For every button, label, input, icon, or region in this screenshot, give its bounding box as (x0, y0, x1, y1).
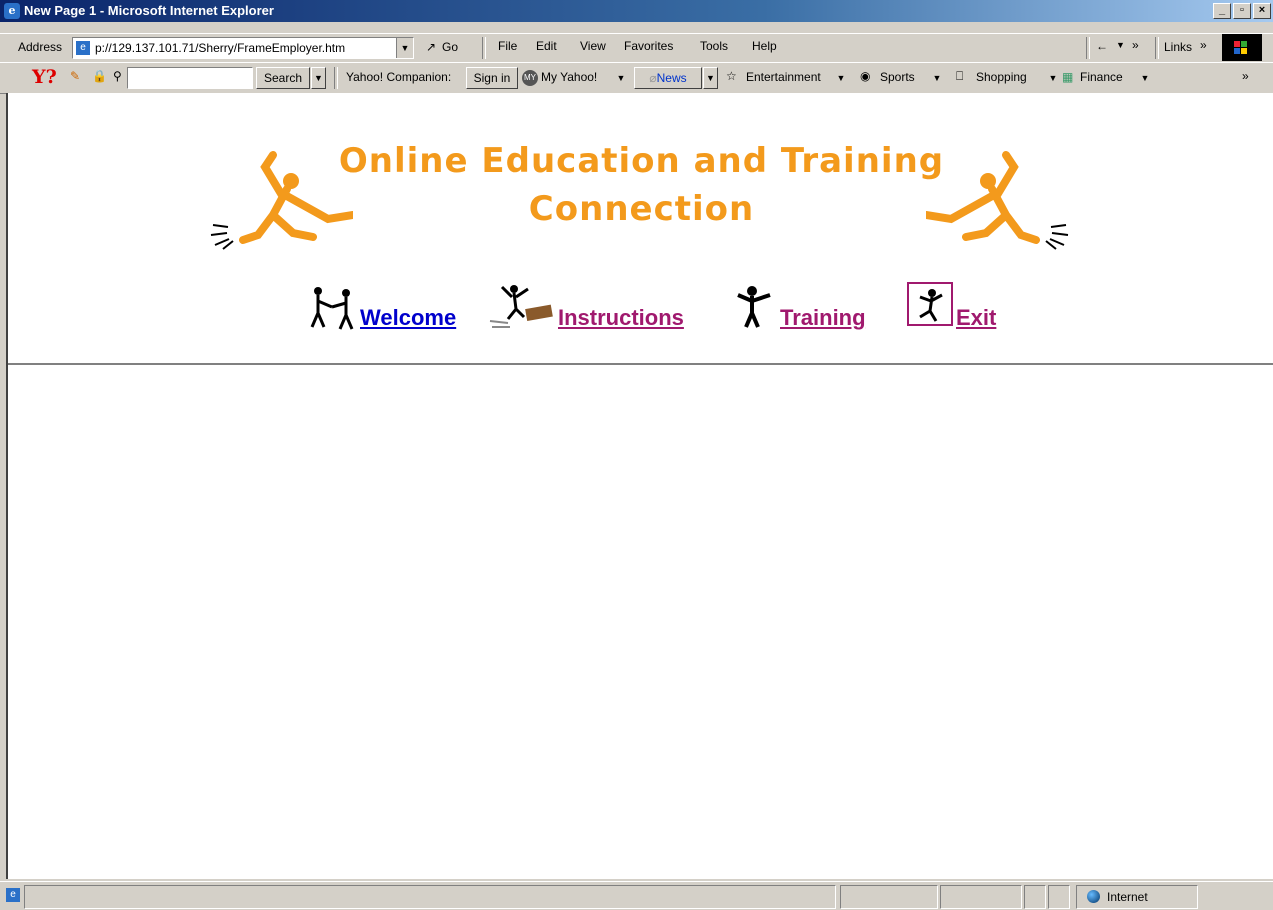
page-status-icon: e (6, 888, 20, 902)
separator (1155, 37, 1159, 59)
minimize-button[interactable]: _ (1213, 3, 1231, 19)
status-panel (1024, 885, 1046, 909)
search-button[interactable]: Search (256, 67, 310, 89)
menu-file[interactable]: File (498, 39, 517, 53)
menu-help[interactable]: Help (752, 39, 777, 53)
separator (1086, 37, 1090, 59)
sports-link[interactable]: Sports (880, 70, 915, 84)
address-label: Address (18, 40, 63, 54)
window-title: New Page 1 - Microsoft Internet Explorer (24, 3, 274, 18)
shopping-dropdown-icon[interactable]: ▼ (1046, 68, 1060, 88)
chevron-more-icon[interactable]: » (1132, 38, 1139, 52)
nav-welcome-link[interactable]: Welcome (360, 305, 456, 331)
yahoo-logo[interactable]: Y? (32, 66, 57, 88)
my-yahoo-link[interactable]: My Yahoo! (541, 70, 597, 84)
address-dropdown-icon[interactable]: ▼ (396, 38, 413, 58)
news-label: News (656, 71, 687, 85)
links-more-icon[interactable]: » (1200, 38, 1207, 52)
pencil-icon[interactable]: ✎ (70, 69, 80, 83)
my-yahoo-icon: MY (522, 70, 538, 86)
yahoo-search-input[interactable] (127, 67, 253, 89)
status-panel (840, 885, 938, 909)
separator (482, 37, 486, 59)
close-button[interactable]: × (1253, 3, 1271, 19)
nav-instructions-link[interactable]: Instructions (558, 305, 684, 331)
star-icon: ☆ (726, 69, 737, 83)
back-arrow-icon[interactable]: ← (1096, 39, 1108, 53)
browser-content: Online Education and Training Connection… (6, 93, 1273, 879)
address-bar: Address e p://129.137.101.71/Sherry/Fram… (0, 33, 1273, 63)
trainer-figure-icon (737, 286, 771, 328)
links-label[interactable]: Links (1164, 40, 1192, 54)
zone-label: Internet (1107, 890, 1148, 904)
shopping-bag-icon: ⎕ (956, 69, 964, 83)
companion-label: Yahoo! Companion: (346, 70, 452, 84)
news-dropdown-icon[interactable]: ▼ (703, 67, 718, 89)
ie-icon: e (4, 3, 20, 19)
status-panel (1048, 885, 1070, 909)
nav-exit-link[interactable]: Exit (956, 305, 996, 331)
instructions-figure-icon (489, 285, 553, 328)
my-yahoo-dropdown-icon[interactable]: ▼ (614, 68, 628, 88)
status-panel (940, 885, 1022, 909)
page-icon: e (76, 41, 90, 55)
title-bar: e New Page 1 - Microsoft Internet Explor… (0, 0, 1273, 22)
menu-edit[interactable]: Edit (536, 39, 557, 53)
search-icon[interactable]: ⚲ (113, 69, 122, 83)
entertainment-dropdown-icon[interactable]: ▼ (834, 68, 848, 88)
address-url: p://129.137.101.71/Sherry/FrameEmployer.… (95, 41, 346, 55)
globe-icon (1087, 890, 1100, 903)
menu-view[interactable]: View (580, 39, 606, 53)
search-dropdown-icon[interactable]: ▼ (311, 67, 326, 89)
finance-dropdown-icon[interactable]: ▼ (1138, 68, 1152, 88)
finance-link[interactable]: Finance (1080, 70, 1123, 84)
maximize-button[interactable]: ▫ (1233, 3, 1251, 19)
news-icon: ⌀ (649, 71, 657, 85)
status-text-panel (24, 885, 836, 909)
nav-training-link[interactable]: Training (780, 305, 866, 331)
sign-in-button[interactable]: Sign in (466, 67, 518, 89)
yahoo-toolbar: Y? ✎ 🔒 ⚲ Search ▼ Yahoo! Companion: Sign… (0, 62, 1273, 94)
soccer-ball-icon: ◉ (860, 69, 871, 83)
shopping-link[interactable]: Shopping (976, 70, 1027, 84)
menu-tools[interactable]: Tools (700, 39, 728, 53)
status-bar: e Internet (0, 881, 1273, 910)
handshake-figures-icon (310, 287, 354, 330)
address-input[interactable]: e p://129.137.101.71/Sherry/FrameEmploye… (72, 37, 414, 59)
finance-chart-icon: ▦ (1062, 70, 1074, 84)
zone-panel: Internet (1076, 885, 1198, 909)
chevron-down-icon[interactable]: ▼ (1116, 40, 1125, 50)
top-frame: Online Education and Training Connection… (8, 93, 1273, 365)
news-button[interactable]: ⌀News (634, 67, 702, 89)
banner-title-line1: Online Education and Training (338, 141, 945, 181)
go-arrow-icon[interactable]: ↗ (426, 40, 436, 54)
entertainment-link[interactable]: Entertainment (746, 70, 821, 84)
windows-logo-icon (1222, 34, 1262, 61)
toolbar-more-icon[interactable]: » (1242, 69, 1249, 83)
menu-favorites[interactable]: Favorites (624, 39, 673, 53)
go-button[interactable]: Go (442, 40, 458, 54)
sports-dropdown-icon[interactable]: ▼ (930, 68, 944, 88)
banner-title-line2: Connection (528, 189, 755, 229)
lock-icon[interactable]: 🔒 (92, 69, 107, 83)
separator (334, 67, 338, 89)
exit-figure-icon[interactable] (906, 281, 954, 327)
